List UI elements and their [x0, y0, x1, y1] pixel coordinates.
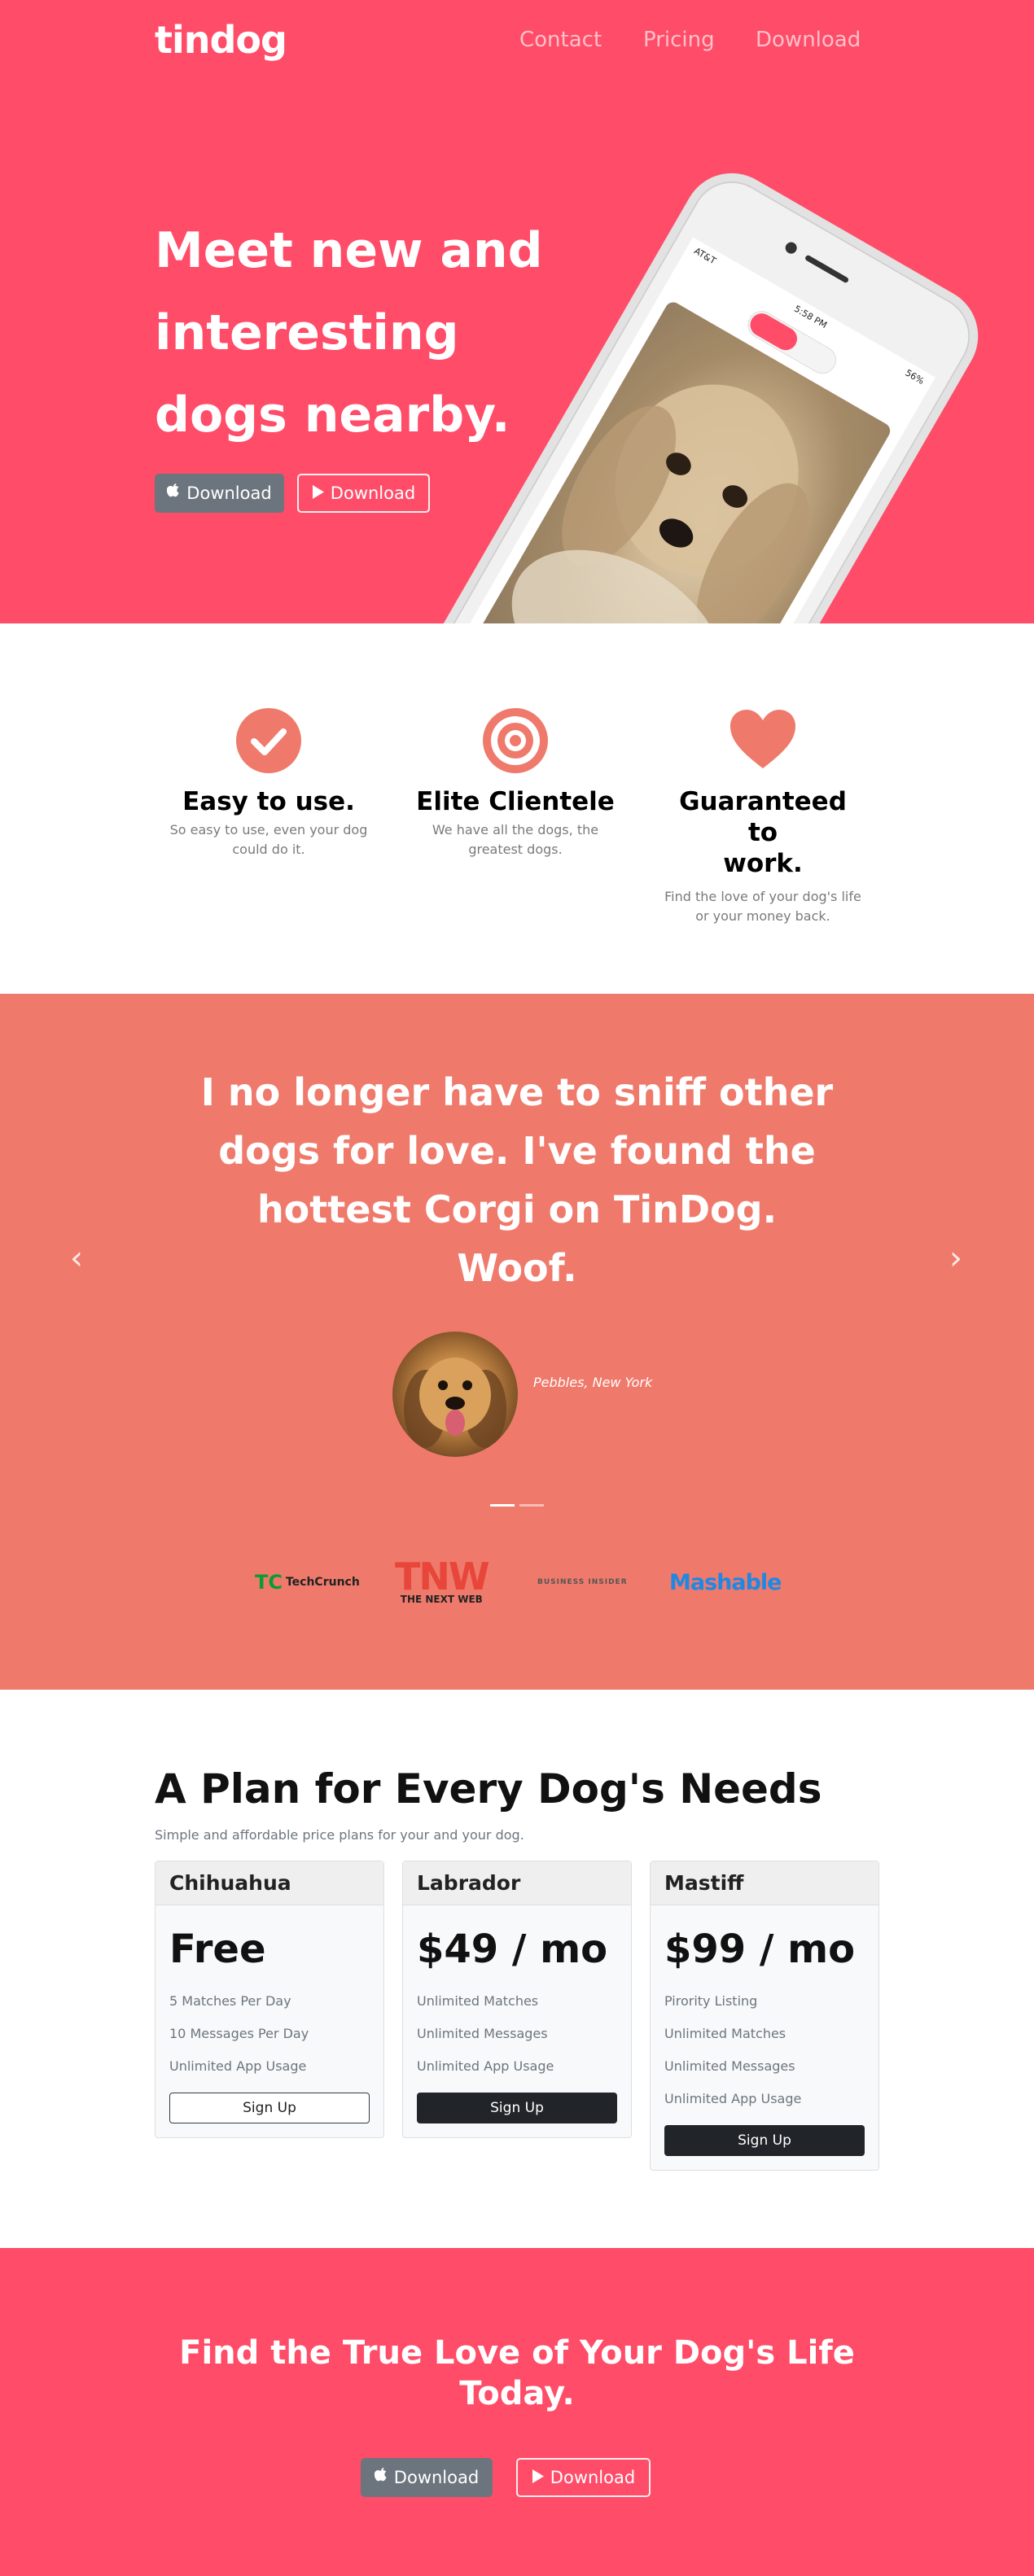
features-section: Easy to use. So easy to use, even your d…: [0, 623, 1034, 994]
cta-title: Find the True Love of Your Dog's Life To…: [163, 2333, 871, 2414]
plan-feature: Unlimited Matches: [417, 1993, 539, 2009]
techcrunch-mark: TC: [255, 1571, 283, 1594]
plan-feature: 5 Matches Per Day: [169, 1993, 291, 2009]
check-circle-icon: [236, 708, 301, 773]
plan-price: $99 / mo: [664, 1927, 856, 1972]
plan-feature: Unlimited App Usage: [664, 2091, 802, 2106]
play-download-label: Download: [330, 483, 416, 503]
pricing-title: A Plan for Every Dog's Needs: [155, 1765, 822, 1813]
techcrunch-wordmark: TechCrunch: [285, 1576, 360, 1589]
plan-name: Labrador: [403, 1861, 631, 1905]
hero-title-line: Meet new and: [155, 222, 543, 279]
plan-name: Chihuahua: [156, 1861, 383, 1905]
cta-title-line: Today.: [459, 2375, 575, 2412]
cta-apple-download-label: Download: [393, 2468, 480, 2487]
phone-battery: 56%: [903, 367, 927, 387]
nav-link-contact[interactable]: Contact: [519, 28, 602, 52]
mashable-logo: Mashable: [669, 1569, 782, 1595]
carousel-next-icon[interactable]: ›: [949, 1240, 962, 1277]
carousel-indicator-active[interactable]: [490, 1504, 515, 1507]
nav-link-download[interactable]: Download: [756, 28, 861, 52]
pricing-card-mastiff: Mastiff $99 / mo Pirority Listing Unlimi…: [650, 1861, 879, 2171]
feature-text: Find the love of your dog's life or your…: [661, 887, 865, 926]
pricing-subtitle: Simple and affordable price plans for yo…: [155, 1827, 524, 1843]
feature-text-line: greatest dogs.: [468, 842, 563, 857]
tnw-wordmark: THE NEXT WEB: [400, 1594, 483, 1605]
testimonial-author: Pebbles, New York: [533, 1375, 653, 1390]
testimonial-quote: I no longer have to sniff other dogs for…: [191, 1063, 843, 1297]
feature-title: Elite Clientele: [416, 787, 615, 816]
signup-button-chihuahua[interactable]: Sign Up: [169, 2093, 370, 2123]
apple-icon: [374, 2468, 388, 2487]
brand-logo[interactable]: tindog: [155, 18, 287, 62]
feature-text-line: We have all the dogs, the: [432, 822, 599, 838]
plan-feature: Unlimited App Usage: [169, 2058, 307, 2074]
plan-feature: Unlimited App Usage: [417, 2058, 554, 2074]
feature-title-line: work.: [723, 849, 803, 878]
play-icon: [532, 2468, 544, 2487]
cta-google-play-download-button[interactable]: Download: [516, 2458, 651, 2497]
apple-download-label: Download: [186, 483, 272, 503]
google-play-download-button[interactable]: Download: [297, 474, 430, 513]
apple-download-button[interactable]: Download: [155, 474, 284, 513]
heart-icon: [730, 710, 795, 768]
plan-price: $49 / mo: [417, 1927, 608, 1972]
apple-icon: [167, 483, 180, 503]
quote-line: dogs for love. I've found the: [218, 1129, 816, 1173]
signup-button-labrador[interactable]: Sign Up: [417, 2093, 617, 2123]
feature-text-line: So easy to use, even your dog: [169, 822, 368, 838]
cta-section: Find the True Love of Your Dog's Life To…: [0, 2248, 1034, 2576]
feature-text: So easy to use, even your dog could do i…: [167, 820, 370, 859]
feature-easy: Easy to use. So easy to use, even your d…: [167, 708, 370, 859]
business-insider-logo: BUSINESS INSIDER: [537, 1578, 628, 1586]
techcrunch-logo: TC TechCrunch: [255, 1558, 360, 1607]
plan-feature: Pirority Listing: [664, 1993, 758, 2009]
plan-price: Free: [169, 1927, 266, 1972]
plan-feature: Unlimited Matches: [664, 2026, 786, 2041]
feature-title: Easy to use.: [182, 787, 355, 816]
feature-text-line: could do it.: [232, 842, 305, 857]
cta-play-download-label: Download: [550, 2468, 636, 2487]
hero-title-line: dogs nearby.: [155, 387, 510, 444]
plan-feature: Unlimited Messages: [664, 2058, 795, 2074]
signup-button-mastiff[interactable]: Sign Up: [664, 2125, 865, 2156]
play-icon: [312, 483, 324, 503]
pricing-card-chihuahua: Chihuahua Free 5 Matches Per Day 10 Mess…: [155, 1861, 384, 2138]
phone-time: 5:58 PM: [792, 303, 830, 331]
pricing-card-labrador: Labrador $49 / mo Unlimited Matches Unli…: [402, 1861, 632, 2138]
plan-name: Mastiff: [651, 1861, 878, 1905]
cta-title-line: Find the True Love of Your Dog's Life: [179, 2334, 855, 2372]
quote-line: hottest Corgi on TinDog.: [256, 1187, 778, 1231]
feature-title: Guaranteed to work.: [661, 786, 865, 879]
feature-title-line: Guaranteed to: [679, 787, 847, 847]
tnw-logo: TNW THE NEXT WEB: [395, 1555, 490, 1607]
plan-feature: 10 Messages Per Day: [169, 2026, 309, 2041]
hero-title: Meet new and interesting dogs nearby.: [155, 210, 578, 457]
testimonial-section: I no longer have to sniff other dogs for…: [0, 994, 1034, 1690]
feature-text-line: or your money back.: [695, 908, 830, 924]
feature-text-line: Find the love of your dog's life: [664, 889, 861, 904]
hero-section: tindog Contact Pricing Download Meet new…: [0, 0, 1034, 623]
nav-link-pricing[interactable]: Pricing: [643, 28, 715, 52]
feature-text: We have all the dogs, the greatest dogs.: [414, 820, 617, 859]
bullseye-icon: [483, 708, 548, 773]
hero-title-line: interesting: [155, 304, 459, 361]
plan-feature: Unlimited Messages: [417, 2026, 548, 2041]
cta-apple-download-button[interactable]: Download: [361, 2458, 493, 2497]
carousel-indicator[interactable]: [519, 1504, 544, 1507]
phone-speaker: [804, 254, 850, 284]
carousel-prev-icon[interactable]: ‹: [70, 1240, 83, 1277]
feature-guaranteed: Guaranteed to work. Find the love of you…: [661, 708, 865, 926]
quote-line: I no longer have to sniff other: [200, 1070, 834, 1114]
tnw-mark: TNW: [395, 1555, 490, 1599]
feature-elite: Elite Clientele We have all the dogs, th…: [414, 708, 617, 859]
dog-avatar: [392, 1332, 518, 1457]
pricing-section: A Plan for Every Dog's Needs Simple and …: [0, 1690, 1034, 2248]
phone-carrier: AT&T: [692, 245, 718, 267]
phone-camera: [783, 240, 800, 256]
quote-line: Woof.: [457, 1246, 577, 1290]
